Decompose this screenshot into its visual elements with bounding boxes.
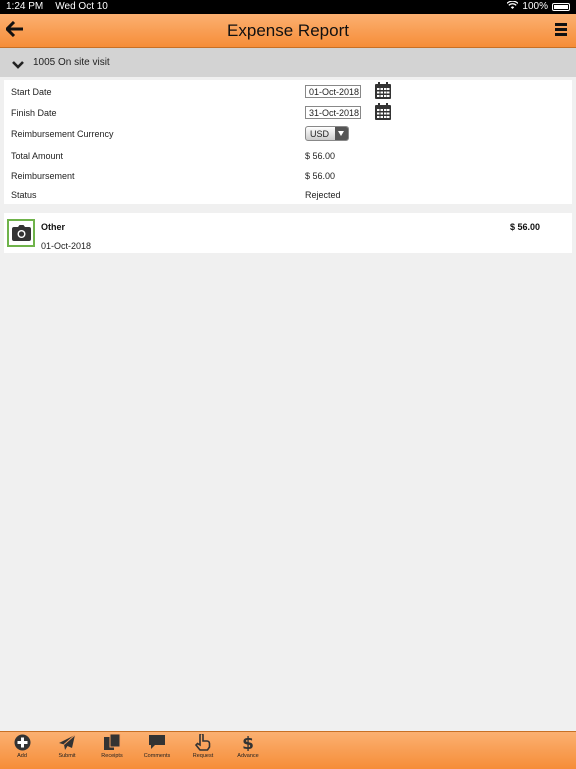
status-label: Status <box>11 190 37 200</box>
tab-request[interactable]: Request <box>183 734 223 759</box>
plus-circle-icon <box>14 734 30 751</box>
report-section-header[interactable]: 1005 On site visit <box>0 48 576 77</box>
tab-comments[interactable]: Comments <box>137 734 177 759</box>
chevron-down-icon <box>12 57 24 69</box>
expense-row[interactable]: Other 01-Oct-2018 $ 56.00 <box>4 213 572 253</box>
report-details: Start Date 01-Oct-2018 Finish Date 31-Oc… <box>4 80 572 204</box>
tab-label: Request <box>192 753 214 759</box>
app-header: Expense Report <box>0 14 576 48</box>
reimbursement-value: $ 56.00 <box>305 171 336 181</box>
dropdown-arrow-icon <box>335 127 348 140</box>
start-date-field[interactable]: 01-Oct-2018 <box>305 85 361 98</box>
expense-amount: $ 56.00 <box>510 222 541 232</box>
tab-label: Receipts <box>101 753 123 759</box>
status-bar: 1:24 PM Wed Oct 10 100% <box>0 0 576 14</box>
wifi-icon <box>506 0 519 12</box>
battery-icon <box>552 2 570 11</box>
tab-submit[interactable]: Submit <box>47 734 87 759</box>
battery-percent: 100% <box>522 1 548 12</box>
reimbursement-label: Reimbursement <box>11 171 75 181</box>
calendar-icon[interactable] <box>375 103 391 120</box>
comment-icon <box>149 735 165 749</box>
dollar-icon: $ <box>242 734 254 751</box>
hamburger-menu-icon[interactable] <box>555 23 567 37</box>
hand-pointer-icon <box>194 734 211 751</box>
currency-value: USD <box>310 129 330 139</box>
tab-label: Add <box>17 753 27 759</box>
status-date: Wed Oct 10 <box>55 1 108 12</box>
tab-label: Advance <box>237 753 259 759</box>
finish-date-field[interactable]: 31-Oct-2018 <box>305 106 361 119</box>
copy-icon <box>104 734 121 750</box>
status-value: Rejected <box>305 190 341 200</box>
start-date-label: Start Date <box>11 87 52 97</box>
tab-label: Submit <box>58 753 76 759</box>
tab-label: Comments <box>143 753 171 759</box>
paper-plane-icon <box>59 734 76 750</box>
tab-advance[interactable]: $ Advance <box>228 734 268 759</box>
calendar-icon[interactable] <box>375 82 391 99</box>
total-amount-value: $ 56.00 <box>305 151 336 161</box>
report-label: 1005 On site visit <box>33 57 110 68</box>
status-time: 1:24 PM <box>6 1 44 12</box>
finish-date-label: Finish Date <box>11 108 57 118</box>
camera-icon[interactable] <box>7 219 35 247</box>
expense-date: 01-Oct-2018 <box>41 241 92 251</box>
page-title: Expense Report <box>227 21 349 40</box>
expense-name: Other <box>41 222 66 232</box>
tab-add[interactable]: Add <box>2 734 42 759</box>
bottom-tab-bar: Add Submit Receipts Comments Request $ A… <box>0 731 576 769</box>
svg-text:$: $ <box>242 734 254 751</box>
currency-select[interactable]: USD <box>305 126 349 141</box>
total-amount-label: Total Amount <box>11 151 64 161</box>
tab-receipts[interactable]: Receipts <box>92 734 132 759</box>
currency-label: Reimbursement Currency <box>11 129 114 139</box>
